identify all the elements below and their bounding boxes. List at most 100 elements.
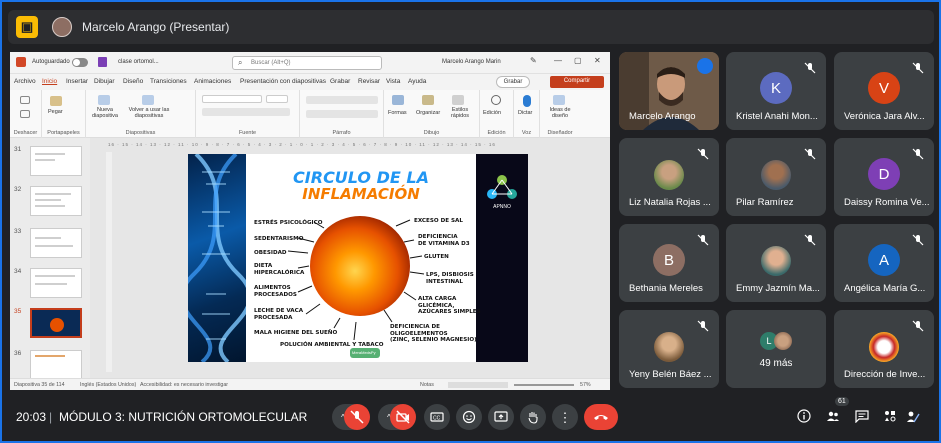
participant-name: Yeny Belén Báez ... — [629, 369, 712, 380]
shared-screen: Autoguardado clase ortomol... ⌕ Buscar (A… — [10, 52, 610, 390]
meeting-time: 20:03 — [16, 410, 47, 424]
grabar-button[interactable]: Grabar — [496, 76, 530, 88]
lock-person-icon — [907, 411, 920, 423]
participant-tile[interactable]: D Daissy Romina Ve... — [834, 138, 934, 216]
shapes-label[interactable]: Formas — [388, 110, 407, 116]
paste-label[interactable]: Pegar — [48, 109, 63, 115]
present-button[interactable] — [488, 404, 514, 430]
autosave-toggle[interactable] — [72, 58, 88, 67]
thumbnail[interactable]: 32 — [10, 184, 90, 224]
participants-count-badge: 61 — [835, 397, 849, 406]
arrange-label[interactable]: Organizar — [416, 110, 440, 116]
bottom-logo: MeraMedsPy — [350, 348, 380, 358]
participant-tile[interactable]: Pilar Ramírez — [726, 138, 826, 216]
thumbnail[interactable]: 34 — [10, 266, 90, 306]
meeting-details-button[interactable] — [796, 408, 812, 424]
activities-icon — [885, 411, 896, 422]
more-participants-tile[interactable]: L 49 más — [726, 310, 826, 388]
status-accessibility[interactable]: Accesibilidad: es necesario investigar — [140, 382, 228, 388]
tab-inicio[interactable]: Inicio — [42, 78, 57, 85]
minimize-icon[interactable]: — — [554, 56, 562, 65]
tab-diseno[interactable]: Diseño — [123, 78, 143, 85]
dictate-icon[interactable] — [523, 95, 531, 107]
camera-toggle-button[interactable] — [390, 404, 416, 430]
hand-icon — [528, 412, 538, 424]
host-controls-button[interactable] — [905, 408, 921, 424]
participant-tile[interactable]: K Kristel Anahi Mon... — [726, 52, 826, 130]
participant-tile[interactable]: Emmy Jazmín Ma... — [726, 224, 826, 302]
save-icon[interactable] — [98, 57, 107, 67]
tab-animaciones[interactable]: Animaciones — [194, 78, 231, 85]
raise-hand-button[interactable] — [520, 404, 546, 430]
editing-label[interactable]: Edición — [483, 110, 501, 116]
paragraph-buttons[interactable] — [306, 96, 378, 104]
font-size-select[interactable] — [266, 95, 288, 103]
thumbnail[interactable]: 31 — [10, 144, 90, 184]
tab-grabar[interactable]: Grabar — [330, 78, 350, 85]
undo-icon[interactable] — [20, 96, 30, 104]
zoom-slider[interactable] — [514, 384, 574, 386]
tab-insertar[interactable]: Insertar — [66, 78, 88, 85]
align-buttons[interactable] — [306, 110, 378, 118]
participants-button[interactable] — [825, 408, 841, 424]
participant-tile-presenter[interactable]: Marcelo Arango — [619, 52, 719, 130]
design-ideas-label[interactable]: Ideas de diseño — [543, 107, 577, 119]
notes-button[interactable]: Notas — [420, 382, 434, 388]
redo-icon[interactable] — [20, 110, 30, 118]
new-slide-label[interactable]: Nueva diapositiva — [88, 107, 122, 119]
new-slide-icon[interactable] — [98, 95, 110, 105]
tab-ayuda[interactable]: Ayuda — [408, 78, 426, 85]
file-name[interactable]: clase ortomol... — [118, 59, 159, 65]
participant-tile[interactable]: A Angélica María G... — [834, 224, 934, 302]
pen-icon[interactable]: ✎ — [530, 56, 537, 65]
thumbnail-selected[interactable]: 35 — [10, 306, 90, 346]
mic-toggle-button[interactable] — [344, 404, 370, 430]
tab-dibujar[interactable]: Dibujar — [94, 78, 115, 85]
share-button[interactable]: Compartir — [550, 76, 604, 88]
paste-icon[interactable] — [50, 96, 62, 106]
powerpoint-logo-icon — [16, 57, 26, 67]
current-slide[interactable]: APNNO CIRCULO DE LA INFLAMACIÓN ESTRÉS P… — [188, 154, 528, 362]
font-select[interactable] — [202, 95, 262, 103]
reuse-slides-label[interactable]: Volver a usar las diapositivas — [126, 107, 172, 119]
maximize-icon[interactable]: ▢ — [574, 56, 582, 65]
ribbon: Deshacer Pegar Portapapeles Nueva diapos… — [10, 90, 610, 138]
view-buttons[interactable] — [448, 382, 508, 388]
close-icon[interactable]: ✕ — [594, 56, 601, 65]
avatar — [52, 17, 72, 37]
participant-tile[interactable]: Liz Natalia Rojas ... — [619, 138, 719, 216]
font-format-buttons[interactable] — [202, 108, 290, 116]
shapes-icon[interactable] — [392, 95, 404, 105]
activities-button[interactable] — [882, 408, 898, 424]
participant-tile[interactable]: V Verónica Jara Alv... — [834, 52, 934, 130]
participant-tile[interactable]: B Bethania Mereles — [619, 224, 719, 302]
tab-vista[interactable]: Vista — [386, 78, 400, 85]
tab-presentacion[interactable]: Presentación con diapositivas — [240, 78, 326, 85]
tab-archivo[interactable]: Archivo — [14, 78, 36, 85]
participant-tile[interactable]: Dirección de Inve... — [834, 310, 934, 388]
participant-tile[interactable]: Yeny Belén Báez ... — [619, 310, 719, 388]
reuse-slides-icon[interactable] — [142, 95, 154, 105]
tab-transiciones[interactable]: Transiciones — [150, 78, 187, 85]
search-icon[interactable] — [491, 95, 501, 105]
search-input[interactable]: ⌕ Buscar (Alt+Q) — [232, 56, 382, 70]
captions-button[interactable]: CC — [424, 404, 450, 430]
thumbnail[interactable]: 36 — [10, 348, 90, 378]
status-language[interactable]: Inglés (Estados Unidos) — [80, 382, 136, 388]
dictate-label[interactable]: Dictar — [518, 110, 532, 116]
reactions-button[interactable] — [456, 404, 482, 430]
chat-button[interactable] — [854, 408, 870, 424]
thumbnail[interactable]: 33 — [10, 226, 90, 266]
zoom-level[interactable]: 57% — [580, 382, 591, 388]
tab-revisar[interactable]: Revisar — [358, 78, 380, 85]
quick-styles-icon[interactable] — [452, 95, 464, 105]
avatar — [654, 332, 684, 362]
arrange-icon[interactable] — [422, 95, 434, 105]
leave-call-button[interactable] — [584, 404, 618, 430]
design-ideas-icon[interactable] — [553, 95, 565, 105]
participant-name: Dirección de Inve... — [844, 369, 926, 380]
meeting-controls: 20:03 | MÓDULO 3: NUTRICIÓN ORTOMOLECULA… — [2, 400, 941, 443]
quick-styles-label[interactable]: Estilos rápidos — [446, 107, 474, 119]
meeting-name: MÓDULO 3: NUTRICIÓN ORTOMOLECULAR — [59, 410, 308, 424]
more-options-button[interactable]: ⋮ — [552, 404, 578, 430]
